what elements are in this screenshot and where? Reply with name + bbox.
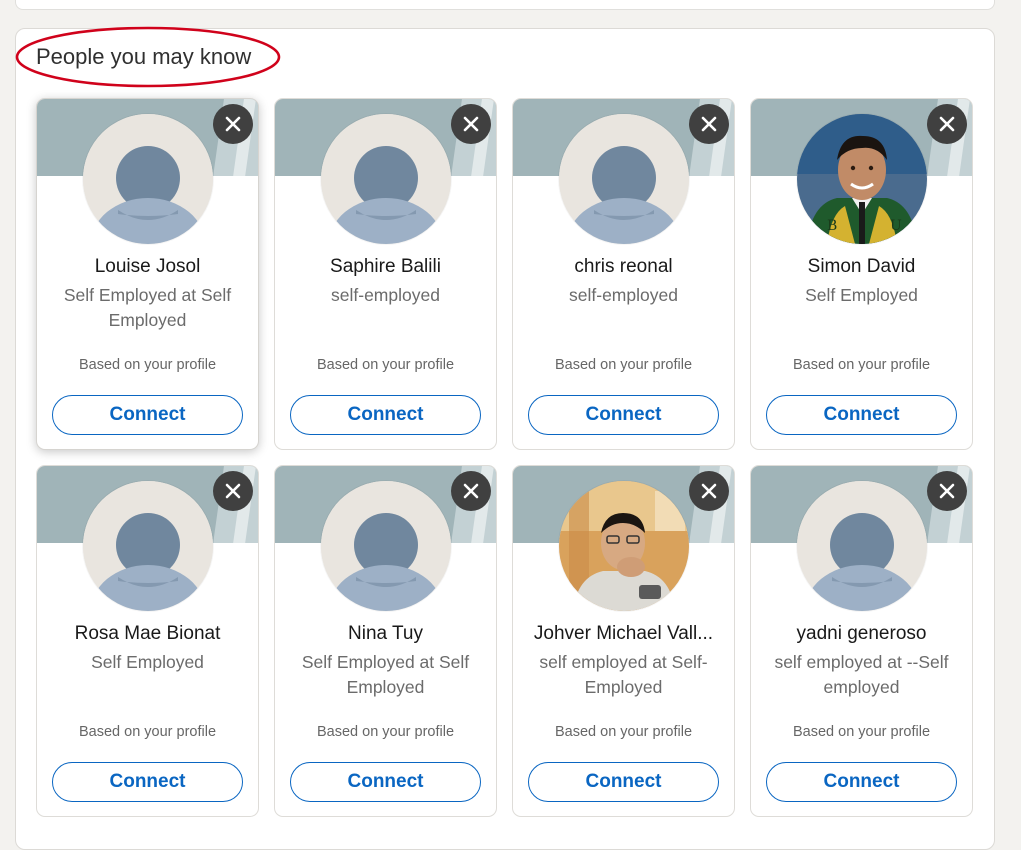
person-headline: self employed at --Self employed	[774, 652, 949, 697]
dismiss-button[interactable]	[927, 104, 967, 144]
dismiss-button[interactable]	[451, 104, 491, 144]
connect-button[interactable]: Connect	[528, 762, 719, 802]
close-icon	[224, 115, 242, 133]
avatar[interactable]	[321, 114, 451, 244]
person-headline: self employed at Self-Employed	[539, 652, 708, 697]
connect-button[interactable]: Connect	[52, 395, 243, 435]
close-icon	[462, 115, 480, 133]
person-name[interactable]: chris reonal	[519, 256, 728, 278]
person-card[interactable]: Nina Tuy Self Employed at Self Employed …	[274, 465, 497, 817]
svg-text:U: U	[890, 218, 902, 234]
default-avatar-icon	[83, 114, 213, 244]
profile-photo-graduation: B U	[797, 114, 927, 244]
default-avatar-icon	[321, 114, 451, 244]
person-card[interactable]: yadni generoso self employed at --Self e…	[750, 465, 973, 817]
person-name[interactable]: Nina Tuy	[281, 623, 490, 645]
connect-button[interactable]: Connect	[766, 762, 957, 802]
connect-button[interactable]: Connect	[52, 762, 243, 802]
avatar[interactable]	[321, 481, 451, 611]
suggestion-reason: Based on your profile	[792, 724, 931, 740]
avatar[interactable]	[559, 481, 689, 611]
default-avatar-icon	[559, 114, 689, 244]
suggestion-reason: Based on your profile	[78, 357, 217, 373]
previous-section-panel	[15, 0, 995, 10]
person-card[interactable]: B U Simon David Self Employed Based on y…	[750, 98, 973, 450]
person-card[interactable]: Johver Michael Vall... self employed at …	[512, 465, 735, 817]
close-icon	[700, 482, 718, 500]
close-icon	[462, 482, 480, 500]
svg-text:B: B	[827, 218, 837, 234]
suggestion-reason: Based on your profile	[316, 724, 455, 740]
connect-button[interactable]: Connect	[766, 395, 957, 435]
suggestion-reason: Based on your profile	[554, 357, 693, 373]
close-icon	[938, 482, 956, 500]
person-name[interactable]: Louise Josol	[43, 256, 252, 278]
person-headline: Self Employed at Self Employed	[63, 285, 232, 330]
default-avatar-icon	[83, 481, 213, 611]
person-headline: self-employed	[569, 285, 678, 305]
connect-button[interactable]: Connect	[528, 395, 719, 435]
close-icon	[224, 482, 242, 500]
dismiss-button[interactable]	[213, 471, 253, 511]
person-card[interactable]: Louise Josol Self Employed at Self Emplo…	[36, 98, 259, 450]
default-avatar-icon	[321, 481, 451, 611]
person-card[interactable]: chris reonal self-employed Based on your…	[512, 98, 735, 450]
section-header: People you may know	[15, 25, 281, 89]
dismiss-button[interactable]	[927, 471, 967, 511]
default-avatar-icon	[797, 481, 927, 611]
person-name[interactable]: Saphire Balili	[281, 256, 490, 278]
avatar[interactable]: B U	[797, 114, 927, 244]
person-headline: self-employed	[331, 285, 440, 305]
person-headline: Self Employed	[805, 285, 918, 305]
connect-button[interactable]: Connect	[290, 762, 481, 802]
avatar[interactable]	[797, 481, 927, 611]
connect-button[interactable]: Connect	[290, 395, 481, 435]
section-title: People you may know	[36, 44, 252, 69]
close-icon	[700, 115, 718, 133]
person-name[interactable]: Simon David	[757, 256, 966, 278]
dismiss-button[interactable]	[689, 104, 729, 144]
dismiss-button[interactable]	[213, 104, 253, 144]
suggestion-reason: Based on your profile	[78, 724, 217, 740]
person-headline: Self Employed	[91, 652, 204, 672]
profile-photo-casual	[559, 481, 689, 611]
dismiss-button[interactable]	[451, 471, 491, 511]
avatar[interactable]	[559, 114, 689, 244]
person-name[interactable]: yadni generoso	[757, 623, 966, 645]
person-card[interactable]: Saphire Balili self-employed Based on yo…	[274, 98, 497, 450]
person-name[interactable]: Johver Michael Vall...	[519, 623, 728, 645]
suggestion-reason: Based on your profile	[792, 357, 931, 373]
avatar[interactable]	[83, 114, 213, 244]
person-name[interactable]: Rosa Mae Bionat	[43, 623, 252, 645]
suggestion-reason: Based on your profile	[554, 724, 693, 740]
avatar[interactable]	[83, 481, 213, 611]
person-headline: Self Employed at Self Employed	[301, 652, 470, 697]
dismiss-button[interactable]	[689, 471, 729, 511]
close-icon	[938, 115, 956, 133]
suggestion-reason: Based on your profile	[316, 357, 455, 373]
person-card[interactable]: Rosa Mae Bionat Self Employed Based on y…	[36, 465, 259, 817]
